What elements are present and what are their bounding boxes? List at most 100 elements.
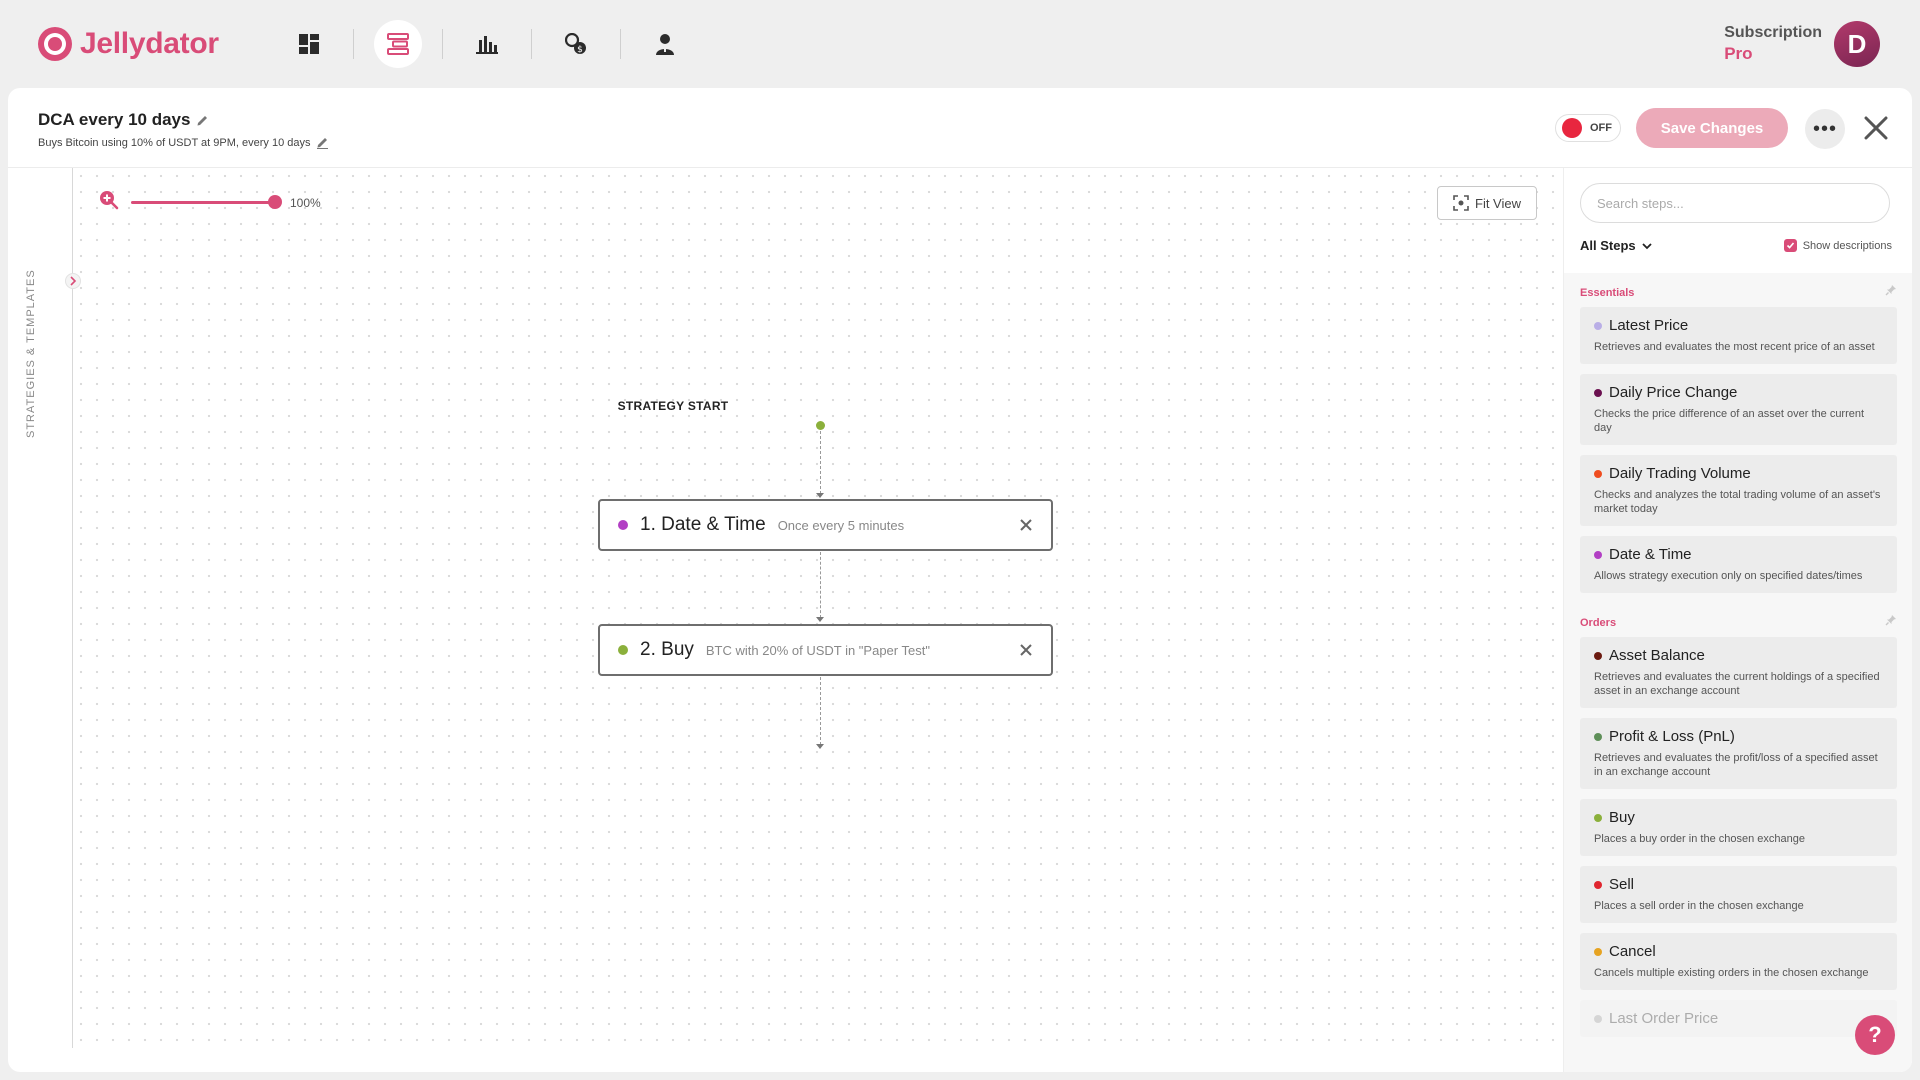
exchange-icon: $ (565, 33, 586, 55)
step-card[interactable]: Profit & Loss (PnL) Retrieves and evaluat… (1580, 718, 1897, 789)
node-status-dot (618, 520, 628, 530)
step-description: Allows strategy execution only on specif… (1594, 570, 1863, 582)
step-name: Latest Price (1609, 317, 1689, 334)
step-card[interactable]: Cancel Cancels multiple existing orders i… (1580, 933, 1897, 990)
step-color-dot (1594, 388, 1602, 397)
step-color-dot (1594, 732, 1602, 741)
avatar[interactable]: D (1834, 21, 1880, 67)
close-icon (1020, 519, 1032, 531)
step-name: Profit & Loss (PnL) (1609, 728, 1735, 745)
edit-description-icon[interactable] (316, 136, 329, 149)
strategies-templates-tab[interactable]: STRATEGIES & TEMPLATES (8, 168, 81, 1072)
toggle-state-label: OFF (1590, 122, 1612, 134)
pin-icon[interactable] (1885, 613, 1897, 631)
step-name: Asset Balance (1609, 647, 1705, 664)
strategy-canvas[interactable]: 100% Fit View STRATEGY START 1. Date & T… (73, 168, 1563, 1048)
chevron-down-icon (1641, 242, 1652, 249)
section-header: Orders (1564, 603, 1912, 637)
zoom-slider-handle[interactable] (268, 195, 282, 209)
search-steps-input[interactable] (1580, 183, 1890, 223)
help-button[interactable]: ? (1855, 1015, 1895, 1055)
section-title: Essentials (1580, 287, 1635, 299)
step-description: Retrieves and evaluates the current hold… (1594, 671, 1880, 697)
nav-account[interactable] (641, 20, 689, 68)
flow-node-date-time[interactable]: 1. Date & Time Once every 5 minutes (598, 499, 1053, 551)
nav-divider (353, 29, 354, 59)
step-description: Retrieves and evaluates the most recent … (1594, 341, 1875, 353)
section-header: Essentials (1564, 273, 1912, 307)
flow-node-buy[interactable]: 2. Buy BTC with 20% of USDT in "Paper Te… (598, 624, 1053, 676)
toggle-knob (1562, 118, 1582, 138)
dashboard-icon (299, 34, 319, 54)
step-description: Cancels multiple existing orders in the … (1594, 967, 1869, 979)
step-card[interactable]: Latest Price Retrieves and evaluates the … (1580, 307, 1897, 364)
steps-filter-dropdown[interactable]: All Steps (1580, 238, 1652, 253)
step-description: Places a sell order in the chosen exchan… (1594, 900, 1804, 912)
connector-line (820, 677, 821, 745)
logo[interactable]: Jellydator (38, 27, 219, 61)
strategy-start-label: STRATEGY START (617, 399, 729, 413)
nav-divider (531, 29, 532, 59)
connector-arrow (816, 617, 824, 622)
chart-icon (476, 36, 498, 54)
step-name: Sell (1609, 876, 1635, 893)
zoom-in-icon[interactable] (99, 190, 119, 215)
nav-strategies[interactable] (374, 20, 422, 68)
edit-title-icon[interactable] (196, 114, 209, 127)
connector-line (820, 431, 821, 494)
step-name: Last Order Price (1609, 1010, 1719, 1027)
step-color-dot (1594, 651, 1602, 660)
step-color-dot (1594, 947, 1602, 956)
remove-node-button[interactable] (1019, 518, 1033, 532)
subscription-info[interactable]: Subscription Pro (1724, 24, 1822, 64)
step-card[interactable]: Date & Time Allows strategy execution onl… (1580, 536, 1897, 593)
nav-exchanges[interactable]: $ (552, 20, 600, 68)
svg-text:$: $ (577, 45, 583, 55)
step-color-dot (1594, 321, 1602, 330)
connector-arrow (816, 493, 824, 498)
show-descriptions-checkbox[interactable]: Show descriptions (1783, 239, 1892, 252)
nav-divider (442, 29, 443, 59)
nav-analytics[interactable] (463, 20, 511, 68)
step-card[interactable]: Sell Places a sell order in the chosen ex… (1580, 866, 1897, 923)
node-title: 1. Date & Time (640, 514, 766, 535)
fit-view-icon (1453, 195, 1469, 211)
help-icon: ? (1868, 1022, 1882, 1047)
editor-header: DCA every 10 days Buys Bitcoin using 10%… (8, 88, 1912, 168)
connector-line (820, 552, 821, 618)
strategy-active-toggle[interactable]: OFF (1555, 114, 1621, 142)
step-color-dot (1594, 813, 1602, 822)
strategy-description: Buys Bitcoin using 10% of USDT at 9PM, e… (38, 136, 311, 149)
step-card[interactable]: Daily Trading Volume Checks and analyzes … (1580, 455, 1897, 526)
step-description: Checks the price difference of an asset … (1594, 408, 1865, 434)
strategy-title: DCA every 10 days (38, 110, 191, 129)
pin-icon[interactable] (1885, 283, 1897, 301)
steps-panel: All Steps Show descriptions Essentials La… (1563, 168, 1912, 1072)
close-icon (1864, 116, 1888, 140)
node-title: 2. Buy (640, 639, 694, 660)
step-card[interactable]: Last Order Price (1580, 1000, 1897, 1037)
fit-view-button[interactable]: Fit View (1437, 186, 1537, 220)
step-color-dot (1594, 469, 1602, 478)
nav-dashboard[interactable] (285, 20, 333, 68)
more-options-button[interactable]: ••• (1805, 109, 1845, 149)
step-card[interactable]: Asset Balance Retrieves and evaluates the… (1580, 637, 1897, 708)
strategy-start-node (816, 421, 825, 430)
step-color-dot (1594, 1014, 1602, 1023)
save-changes-button[interactable]: Save Changes (1636, 108, 1788, 148)
zoom-slider[interactable] (131, 195, 282, 209)
nav-divider (620, 29, 621, 59)
strategy-editor: DCA every 10 days Buys Bitcoin using 10%… (8, 88, 1912, 1072)
show-descriptions-label: Show descriptions (1802, 239, 1892, 252)
close-button[interactable] (1860, 112, 1892, 144)
add-step-drop-target[interactable] (816, 744, 824, 749)
steps-filter-value: All Steps (1580, 238, 1636, 253)
step-card[interactable]: Daily Price Change Checks the price diffe… (1580, 374, 1897, 445)
remove-node-button[interactable] (1019, 643, 1033, 657)
node-status-dot (618, 645, 628, 655)
logo-icon (38, 27, 72, 61)
more-icon: ••• (1812, 117, 1837, 140)
step-card[interactable]: Buy Places a buy order in the chosen exch… (1580, 799, 1897, 856)
step-description: Checks and analyzes the total trading vo… (1594, 489, 1881, 515)
subscription-label: Subscription (1724, 24, 1822, 41)
